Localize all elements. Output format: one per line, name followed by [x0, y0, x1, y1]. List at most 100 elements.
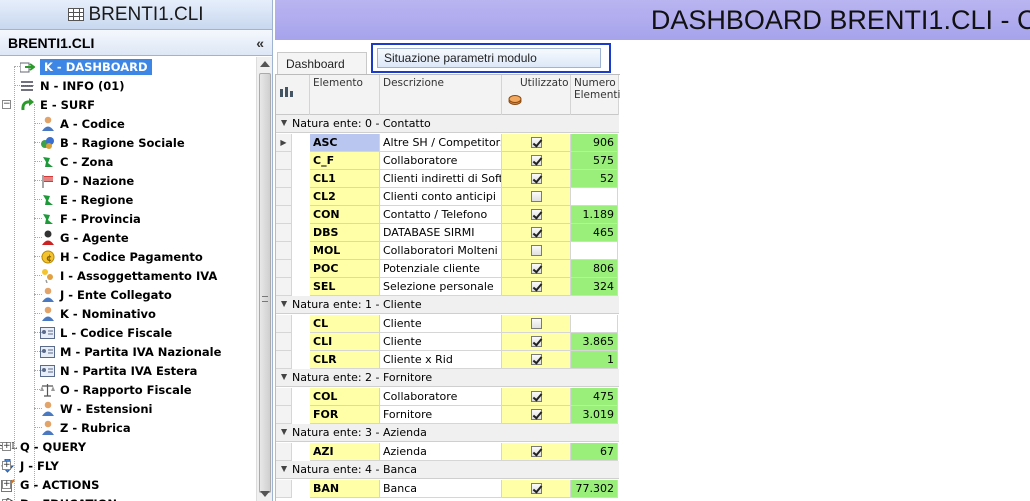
- cell-descrizione[interactable]: Banca: [380, 480, 502, 498]
- tree-item-i-assoggettamento-iva[interactable]: I - Assoggettamento IVA: [40, 266, 217, 285]
- table-row[interactable]: CL Cliente: [276, 315, 619, 333]
- tree-item-z-rubrica[interactable]: Z - Rubrica: [40, 418, 131, 437]
- group-row[interactable]: ▲ Natura ente: 0 - Contatto: [276, 115, 619, 133]
- cell-elemento[interactable]: DBS: [310, 224, 380, 242]
- utilizzato-checkbox[interactable]: [530, 354, 542, 365]
- tree-item-k-nominativo[interactable]: K - Nominativo: [40, 304, 156, 323]
- expand-icon[interactable]: +: [2, 461, 11, 470]
- cell-elemento[interactable]: CL: [310, 315, 380, 333]
- cell-descrizione[interactable]: DATABASE SIRMI: [380, 224, 502, 242]
- row-selector[interactable]: [276, 188, 292, 206]
- utilizzato-checkbox[interactable]: [530, 446, 542, 457]
- cell-elemento[interactable]: FOR: [310, 406, 380, 424]
- collapse-icon[interactable]: −: [2, 100, 11, 109]
- table-row[interactable]: DBS DATABASE SIRMI 465: [276, 224, 619, 242]
- header-utilizzato[interactable]: Utilizzato: [502, 75, 571, 115]
- row-selector[interactable]: [276, 260, 292, 278]
- table-row[interactable]: POC Potenziale cliente 806: [276, 260, 619, 278]
- utilizzato-checkbox[interactable]: [530, 391, 542, 402]
- cell-elemento[interactable]: CLI: [310, 333, 380, 351]
- utilizzato-checkbox[interactable]: [530, 173, 542, 184]
- table-row[interactable]: MOL Collaboratori Molteni: [276, 242, 619, 260]
- tab-situazione-parametri[interactable]: Situazione parametri modulo: [371, 43, 611, 73]
- cell-elemento[interactable]: CL1: [310, 170, 380, 188]
- utilizzato-checkbox[interactable]: [530, 191, 542, 202]
- tree-item-o-rapporto-fiscale[interactable]: O - Rapporto Fiscale: [40, 380, 192, 399]
- table-row[interactable]: FOR Fornitore 3.019: [276, 406, 619, 424]
- column-chooser-header[interactable]: [276, 75, 310, 115]
- cell-descrizione[interactable]: Collaboratore: [380, 388, 502, 406]
- cell-elemento[interactable]: AZI: [310, 443, 380, 461]
- tree-item-j-ente-collegato[interactable]: J - Ente Collegato: [40, 285, 172, 304]
- cell-descrizione[interactable]: Potenziale cliente: [380, 260, 502, 278]
- cell-elemento[interactable]: POC: [310, 260, 380, 278]
- utilizzato-checkbox[interactable]: [530, 155, 542, 166]
- row-selector[interactable]: [276, 242, 292, 260]
- table-row[interactable]: ▶ ASC Altre SH / Competitors 906: [276, 134, 619, 152]
- cell-descrizione[interactable]: Fornitore: [380, 406, 502, 424]
- row-selector[interactable]: [276, 443, 292, 461]
- tree-item-g-actions[interactable]: G - ACTIONS: [0, 475, 99, 494]
- utilizzato-checkbox[interactable]: [530, 336, 542, 347]
- row-indicator-icon[interactable]: ▶: [276, 134, 292, 152]
- group-row[interactable]: ▲ Natura ente: 1 - Cliente: [276, 296, 619, 314]
- cell-descrizione[interactable]: Cliente: [380, 333, 502, 351]
- row-selector[interactable]: [276, 278, 292, 296]
- utilizzato-checkbox[interactable]: [530, 281, 542, 292]
- collapse-panel-button[interactable]: «: [256, 35, 264, 51]
- group-row[interactable]: ▲ Natura ente: 4 - Banca: [276, 461, 619, 479]
- tree-item-f-provincia[interactable]: F - Provincia: [40, 209, 141, 228]
- scroll-down-icon[interactable]: [260, 491, 270, 497]
- row-selector[interactable]: [276, 206, 292, 224]
- cell-descrizione[interactable]: Selezione personale: [380, 278, 502, 296]
- tree-item-e-regione[interactable]: E - Regione: [40, 190, 133, 209]
- row-selector[interactable]: [276, 152, 292, 170]
- cell-descrizione[interactable]: Altre SH / Competitors: [380, 134, 502, 152]
- tree-item-d-education[interactable]: D - EDUCATION: [0, 494, 117, 501]
- table-row[interactable]: CON Contatto / Telefono 1.189: [276, 206, 619, 224]
- tree-item-d-nazione[interactable]: D - Nazione: [40, 171, 134, 190]
- tree-item-h-codice-pagamento[interactable]: ¢ H - Codice Pagamento: [40, 247, 203, 266]
- utilizzato-checkbox[interactable]: [530, 318, 542, 329]
- row-selector[interactable]: [276, 480, 292, 498]
- cell-elemento[interactable]: COL: [310, 388, 380, 406]
- group-row[interactable]: ▲ Natura ente: 2 - Fornitore: [276, 369, 619, 387]
- cell-descrizione[interactable]: Cliente x Rid: [380, 351, 502, 369]
- utilizzato-checkbox[interactable]: [530, 209, 542, 220]
- tree-item-w-estensioni[interactable]: W - Estensioni: [40, 399, 152, 418]
- cell-elemento[interactable]: ASC: [310, 134, 380, 152]
- group-collapse-icon[interactable]: ▲: [276, 465, 292, 474]
- table-row[interactable]: C_F Collaboratore 575: [276, 152, 619, 170]
- row-selector[interactable]: [276, 351, 292, 369]
- header-descrizione[interactable]: Descrizione: [380, 75, 502, 115]
- table-row[interactable]: COL Collaboratore 475: [276, 388, 619, 406]
- header-elemento[interactable]: Elemento: [310, 75, 380, 115]
- tree-item-a-codice[interactable]: A - Codice: [40, 114, 125, 133]
- utilizzato-checkbox[interactable]: [530, 245, 542, 256]
- table-row[interactable]: CLI Cliente 3.865: [276, 333, 619, 351]
- cell-descrizione[interactable]: Azienda: [380, 443, 502, 461]
- cell-elemento[interactable]: CON: [310, 206, 380, 224]
- cell-elemento[interactable]: CL2: [310, 188, 380, 206]
- tree-item-g-agente[interactable]: G - Agente: [40, 228, 129, 247]
- tree-item-b-ragione-sociale[interactable]: B - Ragione Sociale: [40, 133, 185, 152]
- row-selector[interactable]: [276, 333, 292, 351]
- group-collapse-icon[interactable]: ▲: [276, 428, 292, 437]
- tab-dashboard[interactable]: Dashboard: [277, 52, 367, 74]
- cell-elemento[interactable]: SEL: [310, 278, 380, 296]
- group-row[interactable]: ▲ Natura ente: 3 - Azienda: [276, 424, 619, 442]
- utilizzato-checkbox[interactable]: [530, 483, 542, 494]
- table-row[interactable]: SEL Selezione personale 324: [276, 278, 619, 296]
- header-numero-elementi[interactable]: Numero Elementi: [571, 75, 620, 115]
- row-selector[interactable]: [276, 170, 292, 188]
- tree-item-n-info-01[interactable]: N - INFO (01): [20, 76, 124, 95]
- scroll-thumb[interactable]: [259, 73, 271, 493]
- tree-item-n-partita-iva-estera[interactable]: N - Partita IVA Estera: [40, 361, 197, 380]
- tree-item-k-dashboard[interactable]: K - DASHBOARD: [20, 57, 152, 76]
- cell-descrizione[interactable]: Cliente: [380, 315, 502, 333]
- row-selector[interactable]: [276, 406, 292, 424]
- group-collapse-icon[interactable]: ▲: [276, 119, 292, 128]
- table-row[interactable]: CLR Cliente x Rid 1: [276, 351, 619, 369]
- tree-scrollbar[interactable]: [256, 57, 272, 501]
- utilizzato-checkbox[interactable]: [530, 263, 542, 274]
